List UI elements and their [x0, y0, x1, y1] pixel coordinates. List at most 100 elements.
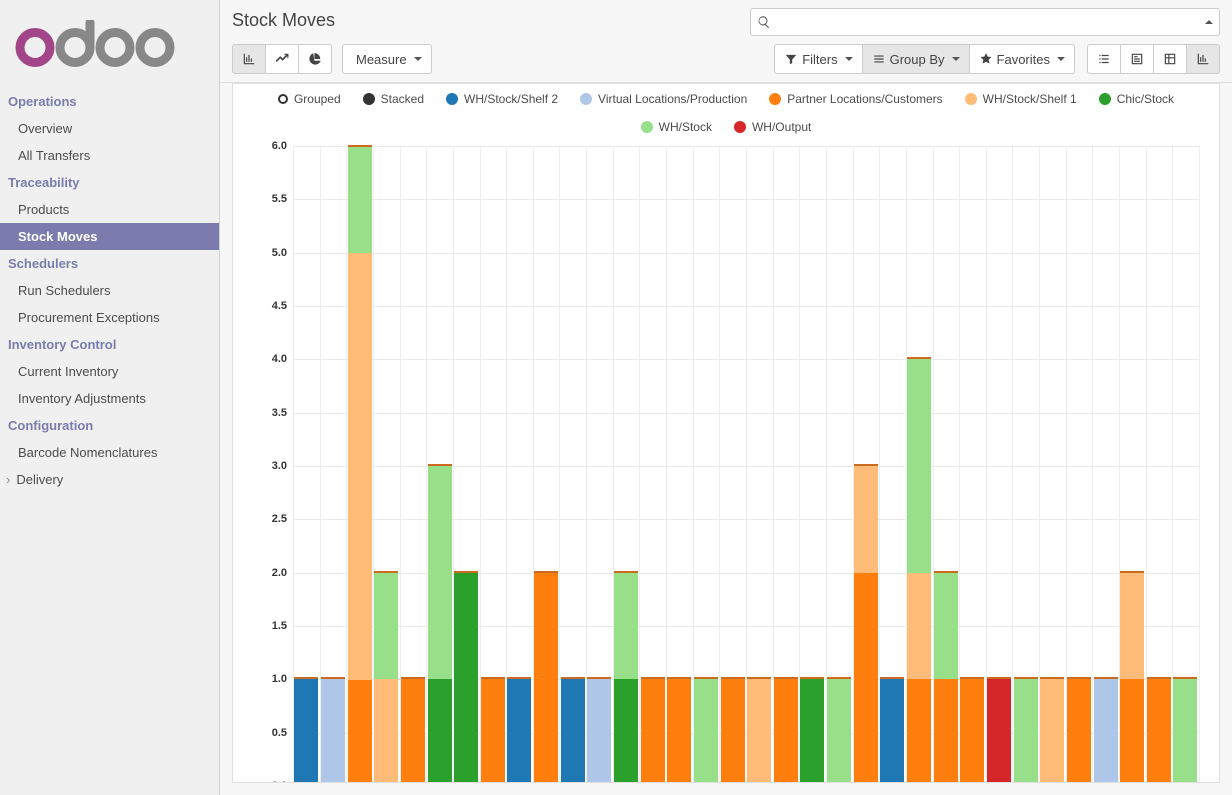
bar-segment[interactable] [1040, 679, 1064, 783]
bar-segment[interactable] [907, 679, 931, 783]
bar-segment[interactable] [907, 573, 931, 680]
legend-series[interactable]: Chic/Stock [1099, 92, 1174, 106]
bar-column[interactable] [533, 146, 560, 783]
measure-button[interactable]: Measure [342, 44, 432, 74]
bar-segment[interactable] [934, 679, 958, 783]
search-box[interactable] [750, 8, 1220, 36]
bar-segment[interactable] [1094, 679, 1118, 783]
bar-column[interactable] [719, 146, 746, 783]
legend-series[interactable]: WH/Stock/Shelf 2 [446, 92, 558, 106]
bar-segment[interactable] [348, 147, 372, 254]
bar-column[interactable] [799, 146, 826, 783]
bar-segment[interactable] [827, 679, 851, 783]
bar-segment[interactable] [694, 679, 718, 783]
bar-column[interactable] [1092, 146, 1119, 783]
nav-all-transfers[interactable]: All Transfers [0, 142, 219, 169]
bar-column[interactable] [1066, 146, 1093, 783]
bar-column[interactable] [293, 146, 320, 783]
groupby-button[interactable]: Group By [862, 44, 970, 74]
bar-column[interactable] [666, 146, 693, 783]
legend-stacked[interactable]: Stacked [363, 92, 424, 106]
nav-delivery[interactable]: Delivery [0, 466, 219, 493]
bar-column[interactable] [479, 146, 506, 783]
bar-column[interactable] [1146, 146, 1173, 783]
bar-segment[interactable] [1120, 573, 1144, 680]
nav-stock-moves[interactable]: Stock Moves [0, 223, 219, 250]
favorites-button[interactable]: Favorites [969, 44, 1075, 74]
bar-column[interactable] [826, 146, 853, 783]
bar-segment[interactable] [1147, 679, 1171, 783]
form-view-button[interactable] [1120, 44, 1154, 74]
bar-segment[interactable] [294, 679, 318, 783]
legend-series[interactable]: WH/Stock/Shelf 1 [965, 92, 1077, 106]
bar-segment[interactable] [667, 679, 691, 783]
bar-segment[interactable] [960, 679, 984, 783]
line-chart-button[interactable] [265, 44, 299, 74]
bar-segment[interactable] [454, 573, 478, 783]
bar-column[interactable] [613, 146, 640, 783]
nav-products[interactable]: Products [0, 196, 219, 223]
legend-series[interactable]: Partner Locations/Customers [769, 92, 942, 106]
bar-segment[interactable] [587, 679, 611, 783]
bar-column[interactable] [986, 146, 1013, 783]
bar-segment[interactable] [348, 680, 372, 784]
bar-segment[interactable] [1067, 679, 1091, 783]
bar-segment[interactable] [934, 573, 958, 680]
bar-column[interactable] [346, 146, 373, 783]
bar-segment[interactable] [907, 359, 931, 572]
bar-column[interactable] [559, 146, 586, 783]
search-input[interactable] [777, 15, 1201, 30]
pie-chart-button[interactable] [298, 44, 332, 74]
legend-series[interactable]: WH/Output [734, 120, 811, 134]
bar-segment[interactable] [321, 679, 345, 783]
bar-segment[interactable] [374, 573, 398, 680]
bar-segment[interactable] [641, 679, 665, 783]
bar-segment[interactable] [1120, 679, 1144, 783]
bar-column[interactable] [906, 146, 933, 783]
bar-column[interactable] [879, 146, 906, 783]
bar-column[interactable] [506, 146, 533, 783]
bar-segment[interactable] [747, 679, 771, 783]
bar-segment[interactable] [1173, 679, 1197, 783]
bar-column[interactable] [693, 146, 720, 783]
bar-segment[interactable] [1014, 679, 1038, 783]
bar-column[interactable] [639, 146, 666, 783]
bar-column[interactable] [1039, 146, 1066, 783]
bar-segment[interactable] [428, 466, 452, 679]
bar-column[interactable] [773, 146, 800, 783]
bar-segment[interactable] [561, 679, 585, 783]
nav-run-schedulers[interactable]: Run Schedulers [0, 277, 219, 304]
bar-segment[interactable] [774, 679, 798, 783]
bar-segment[interactable] [880, 679, 904, 783]
bar-segment[interactable] [854, 466, 878, 573]
bar-segment[interactable] [428, 679, 452, 783]
search-expand-icon[interactable] [1205, 20, 1213, 24]
bar-segment[interactable] [481, 679, 505, 783]
list-view-button[interactable] [1087, 44, 1121, 74]
bar-column[interactable] [400, 146, 427, 783]
legend-grouped[interactable]: Grouped [278, 92, 341, 106]
bar-column[interactable] [1172, 146, 1199, 783]
bar-segment[interactable] [534, 573, 558, 783]
filters-button[interactable]: Filters [774, 44, 862, 74]
nav-procurement-exceptions[interactable]: Procurement Exceptions [0, 304, 219, 331]
graph-view-button[interactable] [1186, 44, 1220, 74]
bar-segment[interactable] [987, 679, 1011, 783]
legend-series[interactable]: Virtual Locations/Production [580, 92, 747, 106]
bar-segment[interactable] [800, 679, 824, 783]
bar-segment[interactable] [614, 679, 638, 783]
bar-chart-button[interactable] [232, 44, 266, 74]
bar-column[interactable] [1119, 146, 1146, 783]
bar-segment[interactable] [348, 253, 372, 679]
bar-segment[interactable] [401, 679, 425, 783]
bar-segment[interactable] [507, 679, 531, 783]
bar-segment[interactable] [374, 679, 398, 783]
legend-series[interactable]: WH/Stock [641, 120, 712, 134]
bar-column[interactable] [373, 146, 400, 783]
nav-overview[interactable]: Overview [0, 115, 219, 142]
bar-segment[interactable] [854, 573, 878, 783]
bar-column[interactable] [426, 146, 453, 783]
bar-column[interactable] [959, 146, 986, 783]
bar-column[interactable] [586, 146, 613, 783]
bar-column[interactable] [746, 146, 773, 783]
